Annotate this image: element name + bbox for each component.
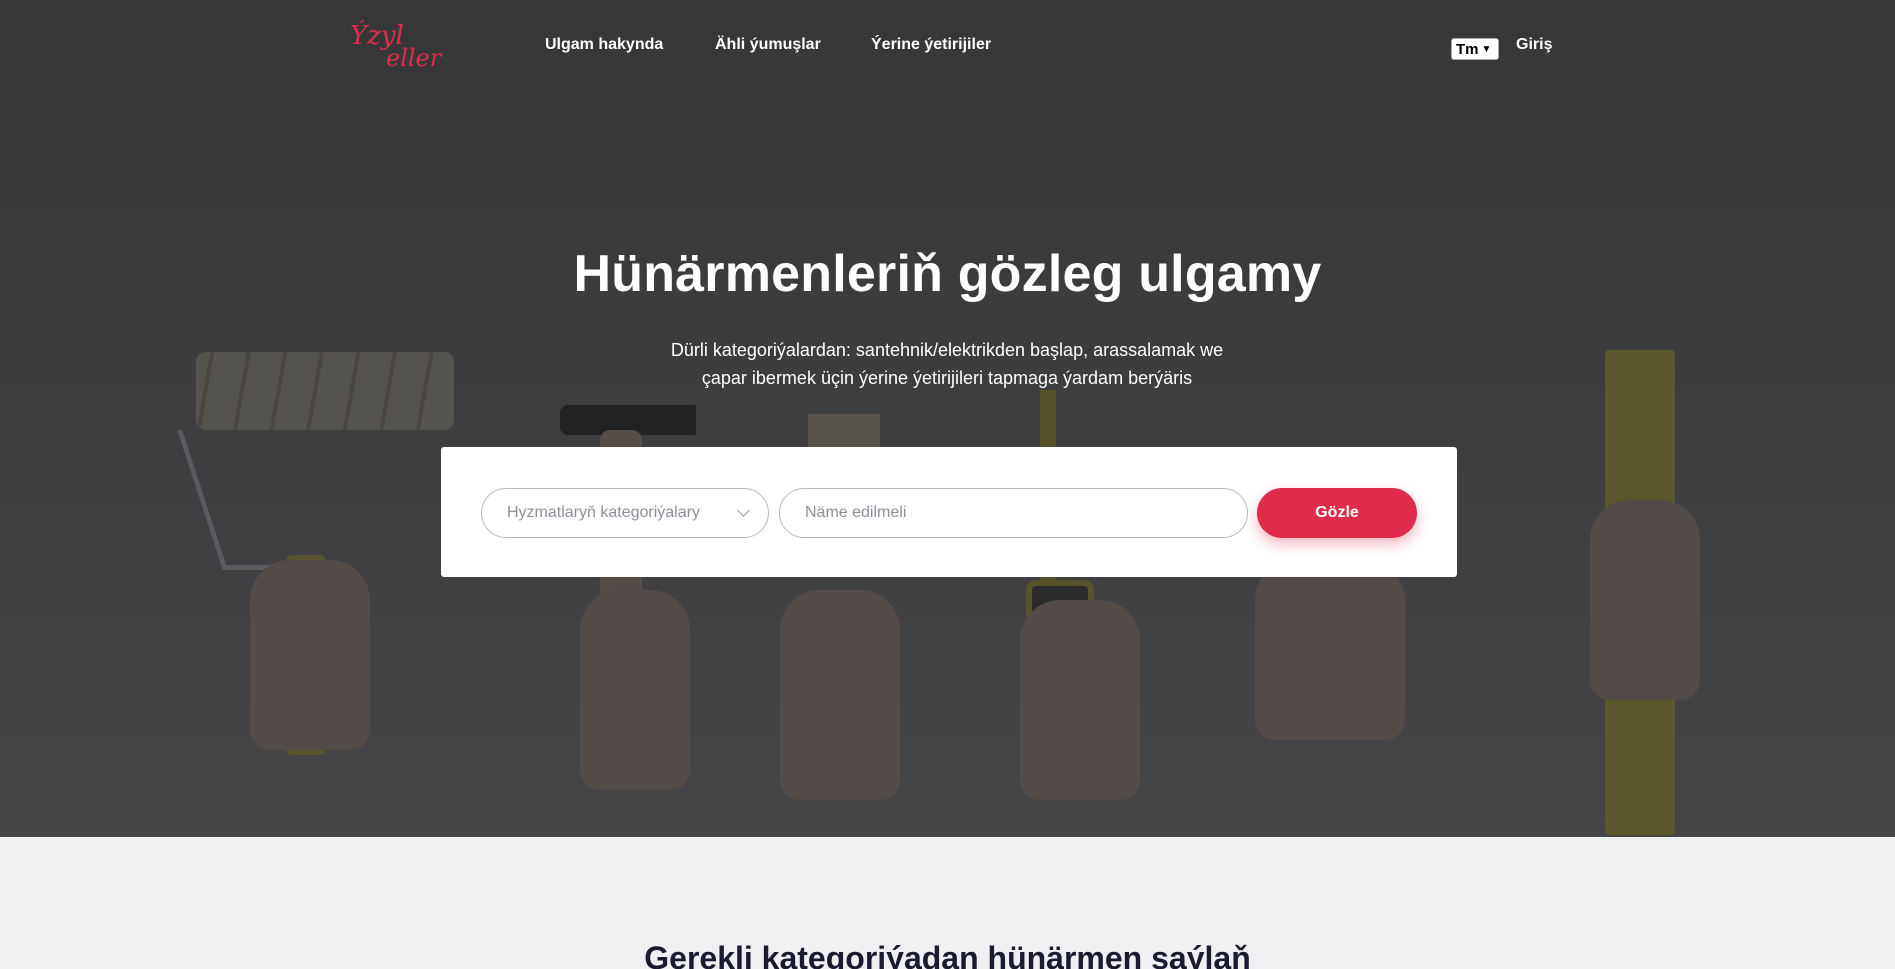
- logo[interactable]: Ýzyl eller: [346, 19, 446, 72]
- nav-link-about[interactable]: Ulgam hakynda: [545, 36, 663, 54]
- login-link[interactable]: Giriş: [1516, 36, 1552, 54]
- logo-text-bottom: eller: [386, 44, 443, 70]
- nav-link-performers[interactable]: Ýerine ýetirijiler: [871, 36, 991, 54]
- language-select-value: Tm: [1456, 40, 1479, 58]
- category-select[interactable]: Hyzmatlaryň kategoriýalary: [481, 488, 769, 538]
- hero-banner: Ýzyl eller Ulgam hakynda Ähli ýumuşlar Ý…: [0, 0, 1895, 837]
- category-select-placeholder: Hyzmatlaryň kategoriýalary: [507, 504, 700, 521]
- search-button[interactable]: Gözle: [1257, 488, 1417, 538]
- search-card: Hyzmatlaryň kategoriýalary Gözle: [441, 447, 1457, 577]
- hero-subtitle: Dürli kategoriýalardan: santehnik/elektr…: [670, 340, 1224, 388]
- hero-overlay: [0, 0, 1895, 837]
- nav-link-all-jobs[interactable]: Ähli ýumuşlar: [715, 36, 821, 54]
- top-navbar: Ýzyl eller Ulgam hakynda Ähli ýumuşlar Ý…: [0, 0, 1895, 92]
- task-search-input[interactable]: [779, 488, 1248, 538]
- logo-icon: Ýzyl eller: [350, 19, 443, 72]
- chevron-down-icon: [737, 504, 750, 517]
- section-title: Gerekli kategoriýadan hünärmen saýlaň: [644, 940, 1251, 969]
- chevron-down-icon: ▼: [1481, 43, 1492, 55]
- language-select[interactable]: Tm ▼: [1451, 38, 1499, 60]
- hero-title: Hünärmenleriň gözleg ulgamy: [573, 245, 1322, 303]
